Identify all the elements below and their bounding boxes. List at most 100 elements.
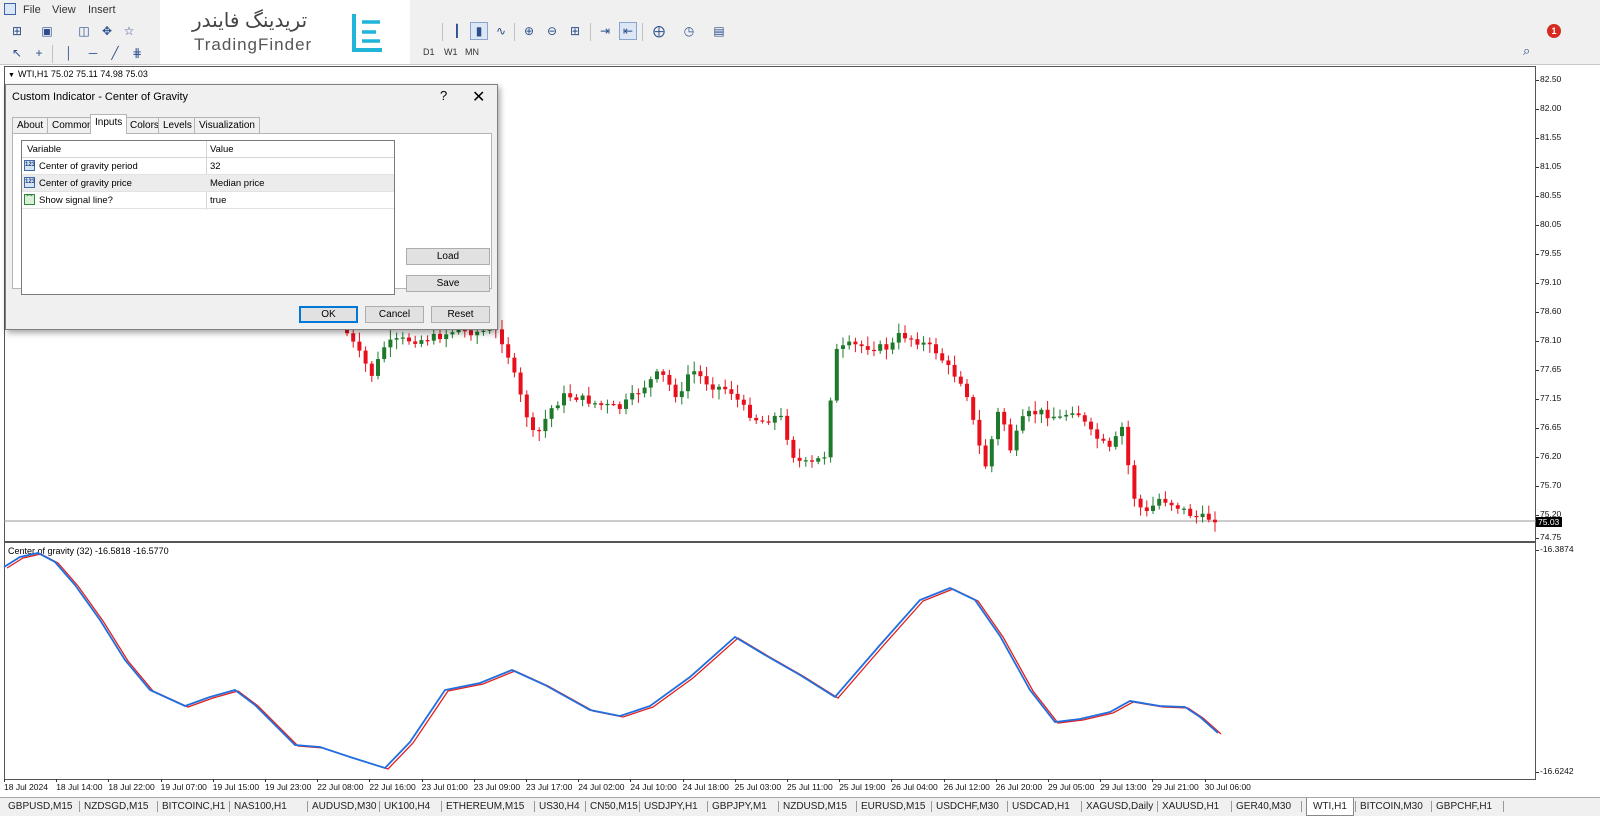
candle-body (357, 341, 362, 351)
symbol-tab[interactable]: NZDSGD,M15 (84, 799, 148, 814)
symbol-tab[interactable]: ETHEREUM,M15 (446, 799, 524, 814)
tab-separator (856, 801, 857, 812)
value-field[interactable]: Median price (210, 178, 264, 189)
reset-button[interactable]: Reset (431, 306, 490, 323)
tab-separator (307, 801, 308, 812)
candle-body (934, 344, 938, 354)
tab-separator (379, 801, 380, 812)
candle-body (797, 457, 802, 461)
tab-inputs[interactable]: Inputs (90, 114, 128, 134)
symbol-tab[interactable]: NAS100,H1 (234, 799, 287, 814)
candle-body (946, 360, 951, 365)
candle-body (562, 393, 566, 406)
candle-body (1206, 513, 1211, 520)
candle-body (1058, 416, 1062, 418)
candle-body (444, 334, 449, 340)
candle-body (766, 421, 771, 423)
input-row-signal[interactable]: ⌒ Show signal line? true (22, 192, 394, 209)
candle-body (1076, 413, 1081, 416)
candle-body (1014, 430, 1019, 451)
candle-body (822, 457, 827, 459)
candle-body (599, 403, 604, 406)
tab-visualization[interactable]: Visualization (194, 117, 260, 133)
candle-body (388, 339, 393, 348)
symbol-tab[interactable]: USDCAD,H1 (1012, 799, 1070, 814)
ok-button[interactable]: OK (299, 306, 358, 323)
candle-body (1095, 429, 1100, 439)
candle-body (574, 397, 579, 400)
tab-levels[interactable]: Levels (158, 117, 197, 133)
input-row-period[interactable]: 123 Center of gravity period 32 (22, 158, 394, 175)
tab-separator (585, 801, 586, 812)
candle-body (586, 395, 591, 404)
load-button[interactable]: Load (406, 248, 490, 265)
save-button[interactable]: Save (406, 275, 490, 292)
tab-separator (79, 801, 80, 812)
value-field[interactable]: 32 (210, 161, 221, 172)
symbol-tab[interactable]: USDJPY,H1 (644, 799, 698, 814)
tab-separator (1301, 801, 1302, 812)
cancel-button[interactable]: Cancel (365, 306, 424, 323)
candle-body (1101, 438, 1106, 441)
candle-body (686, 374, 690, 392)
symbol-tab[interactable]: AUDUSD,M30 (312, 799, 376, 814)
candle-body (1089, 421, 1093, 430)
symbol-tab[interactable]: BITCOINC,H1 (162, 799, 225, 814)
candle-body (481, 330, 486, 332)
symbol-tab[interactable]: US30,H4 (539, 799, 580, 814)
symbol-tab[interactable]: GBPCHF,H1 (1436, 799, 1492, 814)
candle-body (462, 329, 467, 332)
symbol-tab[interactable]: CN50,M15 (590, 799, 638, 814)
candle-body (450, 332, 455, 335)
symbol-tab[interactable]: USDCHF,M30 (936, 799, 999, 814)
symbol-tab[interactable]: XAGUSD,Daily (1086, 799, 1153, 814)
candle-body (568, 393, 573, 398)
candle-body (531, 417, 535, 431)
tab-about[interactable]: About (12, 117, 49, 133)
candle-body (1194, 515, 1199, 518)
candle-body (679, 391, 684, 398)
tab-separator (1007, 801, 1008, 812)
candle-body (667, 374, 672, 385)
candle-body (413, 341, 418, 344)
candle-body (847, 341, 852, 346)
candle-body (419, 340, 424, 344)
candle-body (549, 408, 554, 419)
grid-header: Variable Value (22, 141, 394, 158)
symbol-tab[interactable]: WTI,H1 (1306, 798, 1354, 816)
symbol-tab[interactable]: BITCOIN,M30 (1360, 799, 1423, 814)
tab-separator (639, 801, 640, 812)
tab-separator (534, 801, 535, 812)
column-value: Value (210, 144, 234, 155)
help-button[interactable]: ? (440, 88, 447, 103)
tab-separator (931, 801, 932, 812)
tab-separator (1503, 801, 1504, 812)
symbol-tab[interactable]: GER40,M30 (1236, 799, 1291, 814)
candle-body (841, 345, 845, 349)
candle-body (456, 329, 461, 333)
candle-body (369, 363, 374, 376)
candle-body (376, 359, 380, 376)
tab-separator (1431, 801, 1432, 812)
candle-body (1064, 414, 1069, 417)
symbol-tab[interactable]: GBPJPY,M1 (712, 799, 767, 814)
candle-body (1213, 519, 1217, 523)
symbol-tab[interactable]: XAUUSD,H1 (1162, 799, 1219, 814)
input-row-price[interactable]: 123 Center of gravity price Median price (22, 175, 394, 192)
number-icon: 123 (24, 177, 35, 188)
symbol-tab[interactable]: UK100,H4 (384, 799, 430, 814)
value-field[interactable]: true (210, 195, 226, 206)
symbol-tab[interactable]: GBPUSD,M15 (8, 799, 72, 814)
symbol-tab[interactable]: NZDUSD,M15 (783, 799, 847, 814)
tab-separator (1081, 801, 1082, 812)
tab-separator (707, 801, 708, 812)
symbol-tab[interactable]: EURUSD,M15 (861, 799, 925, 814)
inputs-panel: Variable Value 123 Center of gravity per… (12, 133, 492, 295)
candle-body (518, 372, 523, 395)
candle-body (1033, 410, 1038, 415)
candle-body (438, 333, 442, 340)
candle-body (537, 430, 542, 432)
candle-body (872, 349, 876, 352)
close-icon[interactable]: ✕ (472, 87, 485, 107)
candle-body (810, 460, 814, 462)
